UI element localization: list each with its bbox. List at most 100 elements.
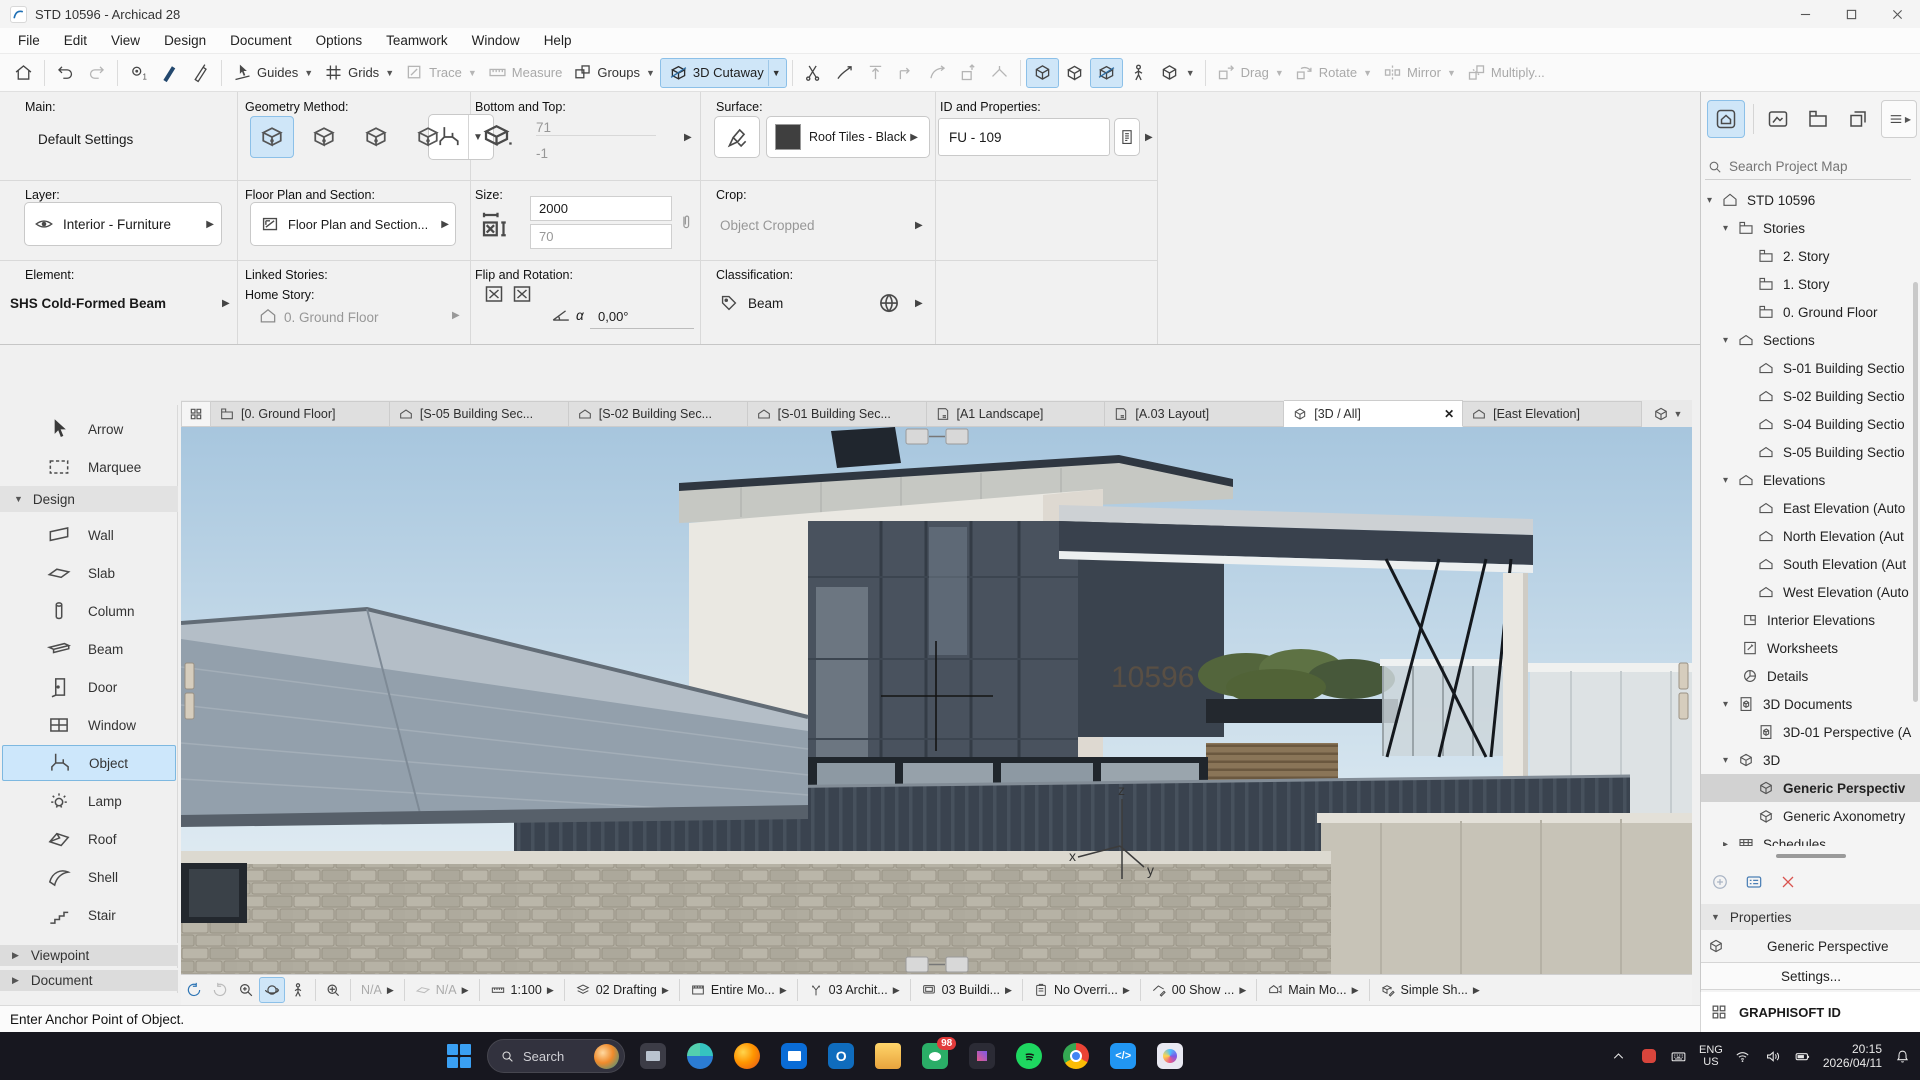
project-map-search[interactable] — [1705, 154, 1911, 180]
groups-button[interactable]: Groups▼ — [567, 58, 660, 88]
battery-icon[interactable] — [1793, 1048, 1813, 1065]
publisher-button[interactable] — [1839, 100, 1877, 138]
surface-combo[interactable]: Roof Tiles - Black ▶ — [766, 116, 930, 158]
forward-button[interactable] — [207, 977, 233, 1003]
tree-item-3d[interactable]: ▾3D — [1701, 746, 1920, 774]
scale-selector[interactable]: 1:100▶ — [484, 977, 560, 1003]
split-button[interactable] — [798, 58, 829, 88]
tree-item-south-elevation[interactable]: South Elevation (Aut — [1701, 550, 1920, 578]
tree-item-s01[interactable]: S-01 Building Sectio — [1701, 354, 1920, 382]
top-offset-value[interactable]: 71 — [536, 120, 656, 136]
linked-stories-expand-arrow[interactable]: ▶ — [452, 310, 460, 321]
tree-item-stories[interactable]: ▾Stories — [1701, 214, 1920, 242]
tool-marquee[interactable]: Marquee — [2, 449, 176, 485]
rotation-angle-input[interactable]: 0,00° — [590, 304, 694, 329]
walk-mode-button[interactable] — [1123, 58, 1154, 88]
tree-item-ground-floor[interactable]: 0. Ground Floor — [1701, 298, 1920, 326]
menu-options[interactable]: Options — [304, 28, 375, 54]
classification-globe-button[interactable] — [876, 290, 902, 316]
size-height-input[interactable]: 70 — [530, 224, 672, 249]
tree-item-generic-perspective[interactable]: Generic Perspectiv — [1701, 774, 1920, 802]
wifi-icon[interactable] — [1733, 1048, 1753, 1065]
cutaway-toggle-button[interactable] — [1090, 58, 1123, 88]
crop-expand-arrow[interactable]: ▶ — [915, 220, 923, 231]
tree-item-s02[interactable]: S-02 Building Sectio — [1701, 382, 1920, 410]
settings-button[interactable]: Settings... — [1701, 962, 1920, 990]
add-node-button[interactable] — [953, 58, 984, 88]
adjust-button[interactable] — [829, 58, 860, 88]
menu-view[interactable]: View — [99, 28, 152, 54]
geometry-method-2[interactable] — [302, 116, 346, 158]
pitch-roof-button[interactable] — [984, 58, 1015, 88]
outlook-icon[interactable]: O — [822, 1037, 860, 1075]
store-icon[interactable] — [775, 1037, 813, 1075]
inject-parameters-button[interactable] — [185, 58, 216, 88]
size-width-input[interactable]: 2000 — [530, 196, 672, 221]
minimize-button[interactable] — [1782, 0, 1828, 28]
tree-item-north-elevation[interactable]: North Elevation (Aut — [1701, 522, 1920, 550]
multiply-button[interactable]: Multiply... — [1461, 58, 1550, 88]
tab-ground-floor[interactable]: [0. Ground Floor] — [211, 401, 390, 427]
tab-close-icon[interactable]: ✕ — [1436, 407, 1454, 421]
classification-expand-arrow[interactable]: ▶ — [915, 298, 923, 309]
menu-teamwork[interactable]: Teamwork — [374, 28, 460, 54]
tab-3d-all[interactable]: [3D / All]✕ — [1284, 400, 1463, 427]
tab-overview-button[interactable] — [181, 401, 211, 427]
tree-item-east-elevation[interactable]: East Elevation (Auto — [1701, 494, 1920, 522]
taskbar-search[interactable]: Search — [487, 1039, 625, 1073]
maximize-button[interactable] — [1828, 0, 1874, 28]
panel-resize-handle[interactable] — [1776, 854, 1846, 858]
tree-item-schedules[interactable]: ▸Schedules — [1701, 830, 1920, 846]
layout-book-button[interactable] — [1799, 100, 1837, 138]
zoom-level-selector[interactable]: N/A▶ — [355, 977, 400, 1003]
elevate-button[interactable] — [860, 58, 891, 88]
start-button[interactable] — [440, 1037, 478, 1075]
tray-ime-icon[interactable] — [1669, 1048, 1689, 1065]
tool-lamp[interactable]: Lamp — [2, 783, 176, 819]
tree-item-story2[interactable]: 2. Story — [1701, 242, 1920, 270]
undo-button[interactable] — [50, 58, 81, 88]
toolbox-section-viewpoint[interactable]: ▶Viewpoint — [0, 943, 178, 966]
tool-column[interactable]: Column — [2, 593, 176, 629]
drag-button[interactable]: Drag▼ — [1211, 58, 1289, 88]
tree-item-project[interactable]: ▾STD 10596 — [1701, 186, 1920, 214]
find-select-button[interactable] — [123, 58, 154, 88]
axonometry-view-button[interactable] — [1059, 58, 1090, 88]
grids-button[interactable]: Grids▼ — [318, 58, 399, 88]
fit-in-window-button[interactable] — [320, 977, 346, 1003]
perspective-view-button[interactable] — [1026, 58, 1059, 88]
properties-header[interactable]: ▼Properties — [1701, 904, 1920, 930]
close-button[interactable] — [1874, 0, 1920, 28]
tab-s01-section[interactable]: [S-01 Building Sec... — [748, 401, 927, 427]
tray-chevron-icon[interactable] — [1609, 1048, 1629, 1065]
trace-button[interactable]: Trace▼ — [399, 58, 482, 88]
measure-button[interactable]: Measure — [482, 58, 568, 88]
guides-button[interactable]: Guides▼ — [227, 58, 318, 88]
tree-item-details[interactable]: Details — [1701, 662, 1920, 690]
layer-combo[interactable]: Interior - Furniture ▶ — [24, 202, 222, 246]
flip-y-toggle[interactable] — [510, 282, 534, 306]
structure-display-selector[interactable]: Entire Mo...▶ — [684, 977, 793, 1003]
viewpoint-settings-button[interactable] — [1741, 870, 1767, 894]
file-explorer-icon[interactable] — [869, 1037, 907, 1075]
project-map-button[interactable] — [1707, 100, 1745, 138]
pen-set-selector[interactable]: N/A▶ — [409, 977, 475, 1003]
3d-styles-button[interactable]: ▼ — [1154, 58, 1200, 88]
properties-doc-button[interactable] — [1114, 118, 1140, 156]
bottom-top-expand-arrow[interactable]: ▶ — [684, 132, 692, 143]
tool-roof[interactable]: Roof — [2, 821, 176, 857]
layer-expand-arrow[interactable]: ▶ — [206, 219, 214, 230]
toolbox-section-design[interactable]: ▼Design — [0, 486, 178, 512]
rotate-button[interactable]: Rotate▼ — [1289, 58, 1377, 88]
extrude-button[interactable] — [891, 58, 922, 88]
firefox-icon[interactable] — [728, 1037, 766, 1075]
tree-item-elevations[interactable]: ▾Elevations — [1701, 466, 1920, 494]
pick-up-parameters-button[interactable] — [154, 58, 185, 88]
tree-item-west-elevation[interactable]: West Elevation (Auto — [1701, 578, 1920, 606]
walk-button[interactable] — [285, 977, 311, 1003]
search-input[interactable] — [1729, 159, 1899, 174]
graphisoft-id-bar[interactable]: GRAPHISOFT ID — [1700, 992, 1920, 1032]
viewport-3d[interactable]: 10596 x y z — [181, 427, 1692, 974]
menu-help[interactable]: Help — [532, 28, 584, 54]
size-link-icon[interactable] — [676, 202, 696, 242]
